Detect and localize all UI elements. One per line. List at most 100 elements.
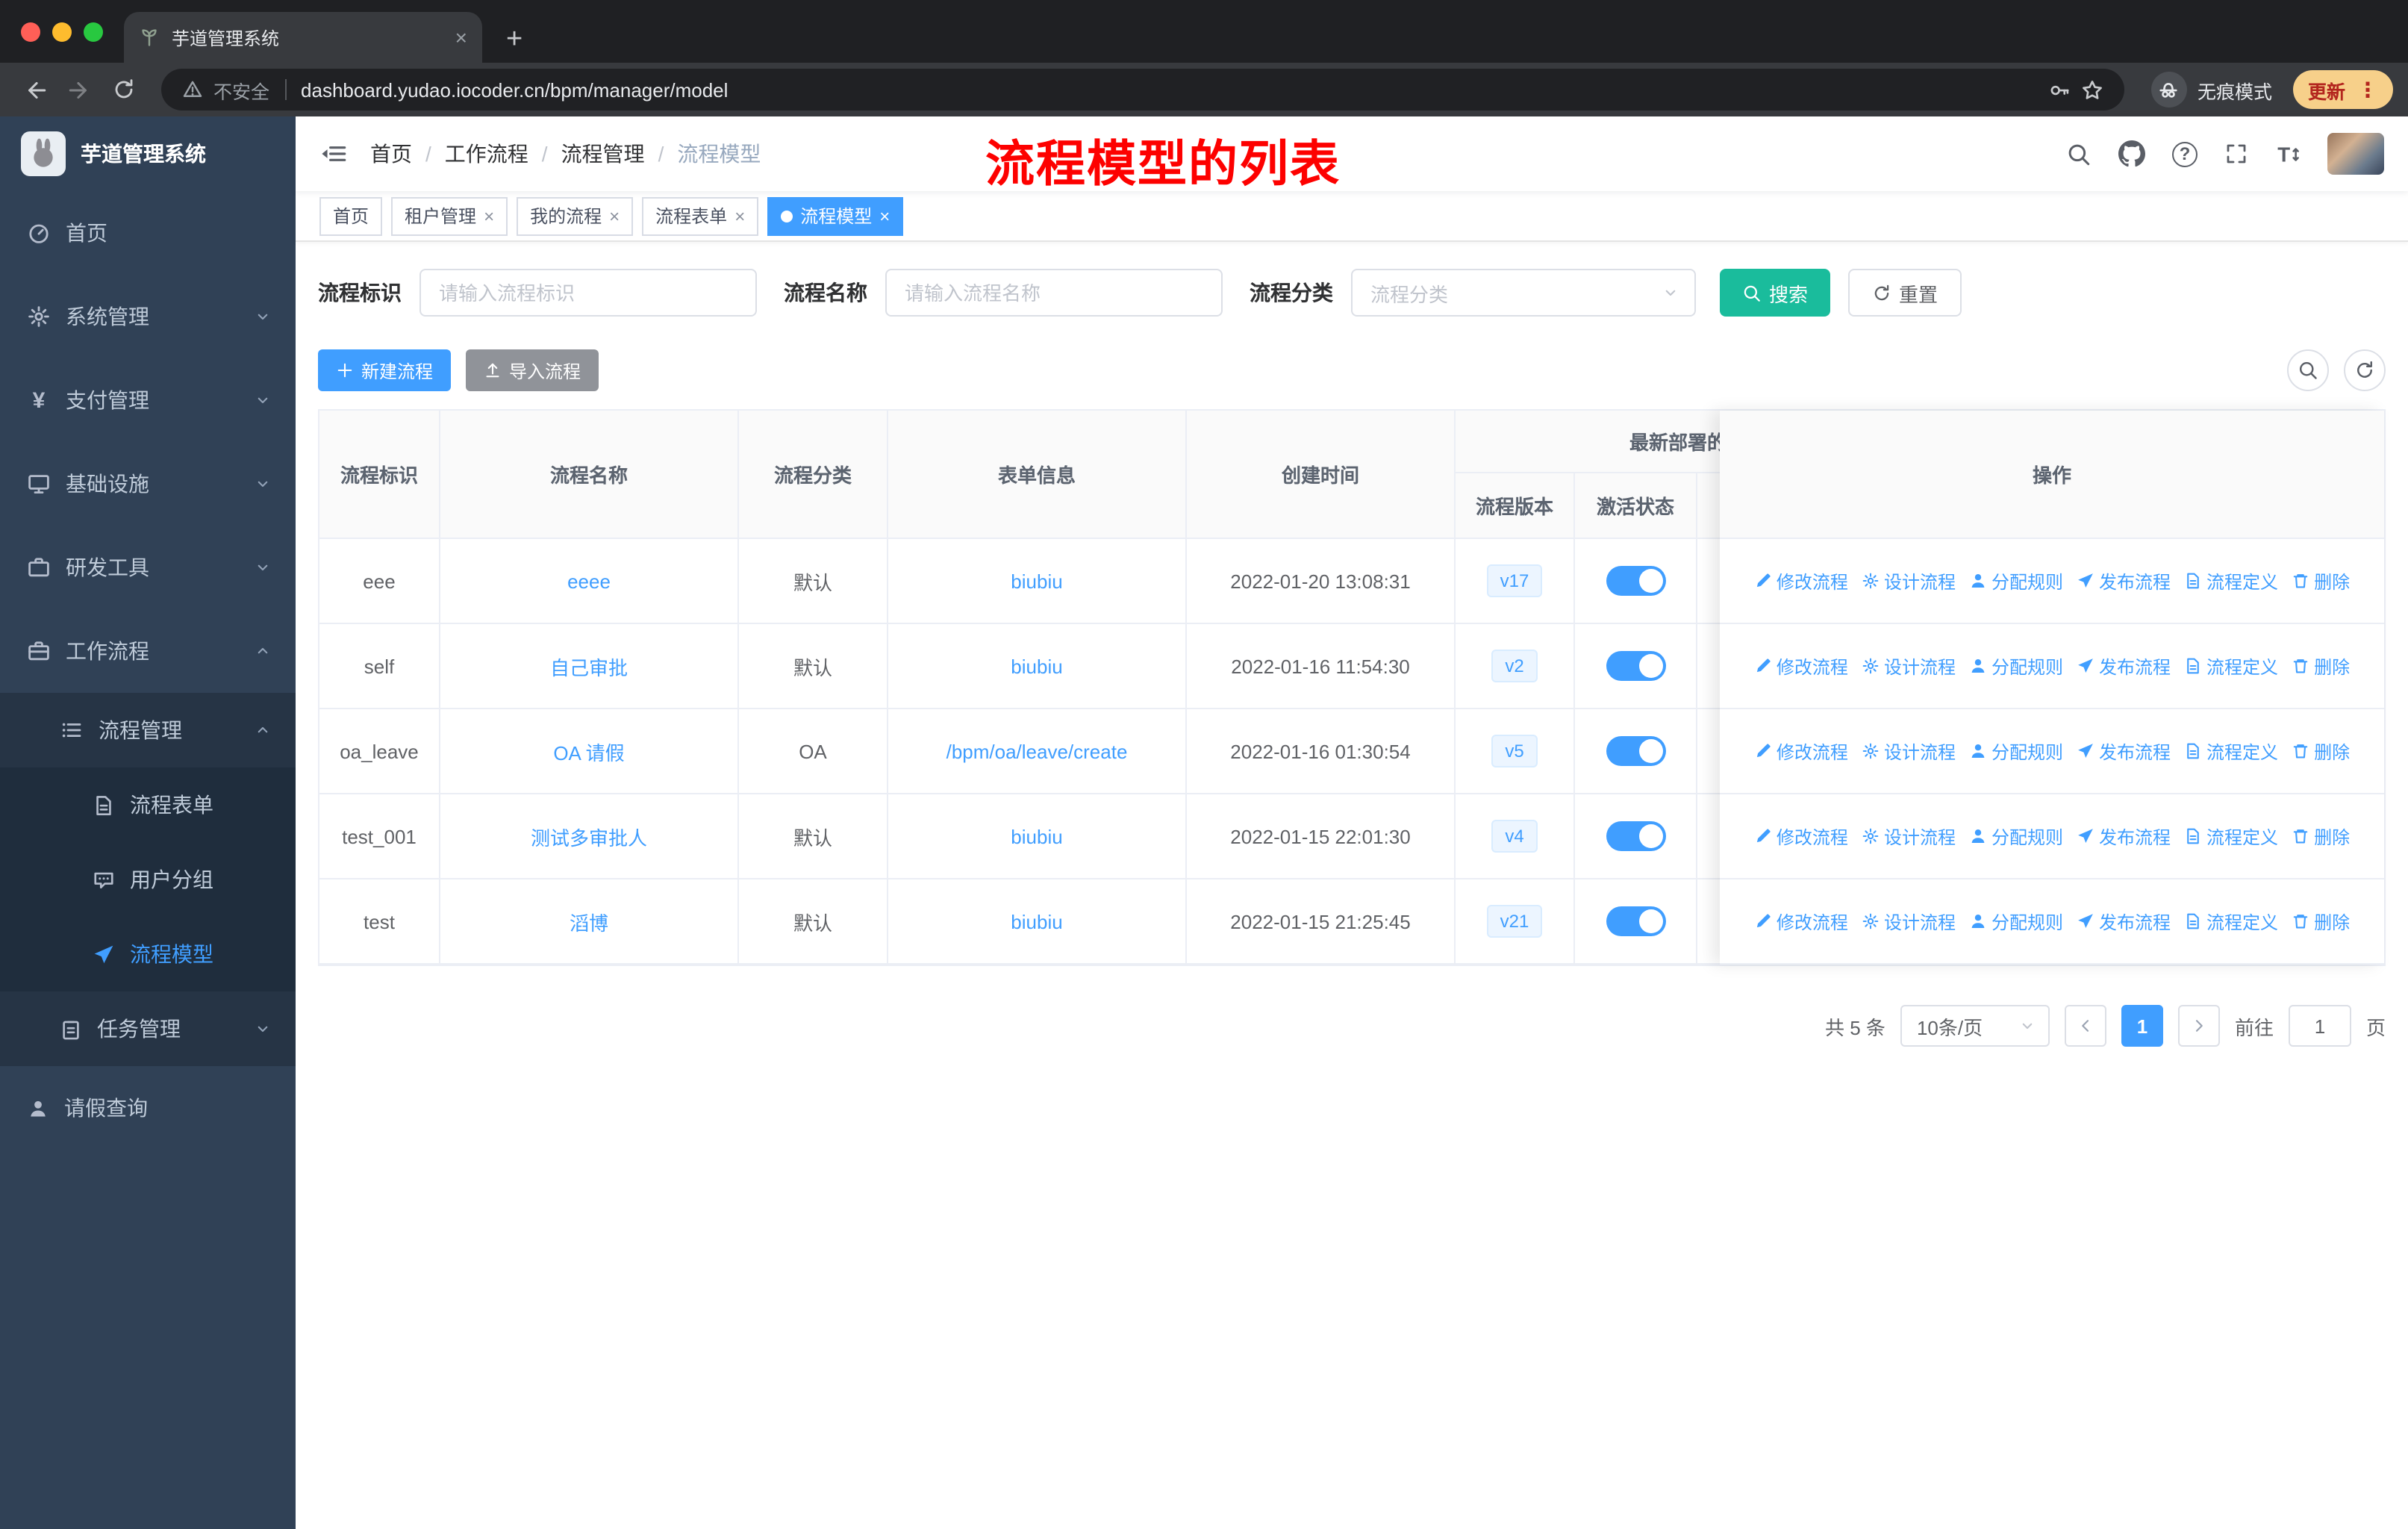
tag-process-form[interactable]: 流程表单 × (642, 196, 759, 235)
page-size-select[interactable]: 10条/页 (1900, 1005, 2050, 1047)
action-publish-link[interactable]: 发布流程 (2077, 653, 2171, 679)
tag-home[interactable]: 首页 (319, 196, 383, 235)
form-info-link[interactable]: biubiu (1011, 570, 1062, 592)
toggle-search-button[interactable] (2287, 349, 2329, 391)
breadcrumb-item[interactable]: 流程管理 (561, 139, 645, 169)
action-assign-link[interactable]: 分配规则 (1969, 568, 2063, 594)
action-assign-link[interactable]: 分配规则 (1969, 909, 2063, 934)
action-publish-link[interactable]: 发布流程 (2077, 823, 2171, 849)
action-definition-link[interactable]: 流程定义 (2184, 653, 2278, 679)
sidebar-item-process-form[interactable]: 流程表单 (0, 767, 296, 842)
tag-close-icon[interactable]: × (734, 207, 745, 225)
process-id-input[interactable] (419, 269, 757, 317)
refresh-button[interactable] (2344, 349, 2386, 391)
window-close-button[interactable] (21, 22, 40, 41)
import-process-button[interactable]: 导入流程 (466, 349, 599, 391)
back-button[interactable] (15, 70, 54, 109)
process-name-link[interactable]: OA 请假 (553, 737, 624, 765)
action-assign-link[interactable]: 分配规则 (1969, 653, 2063, 679)
process-name-link[interactable]: eeee (567, 570, 611, 592)
breadcrumb-item[interactable]: 工作流程 (445, 139, 528, 169)
fullscreen-icon[interactable] (2224, 142, 2248, 166)
active-toggle[interactable] (1606, 821, 1665, 851)
action-edit-link[interactable]: 修改流程 (1754, 823, 1848, 849)
tag-tenant[interactable]: 租户管理 × (391, 196, 508, 235)
process-name-link[interactable]: 滔博 (570, 907, 608, 935)
action-design-link[interactable]: 设计流程 (1862, 653, 1956, 679)
sidebar-item-devtools[interactable]: 研发工具 (0, 526, 296, 609)
category-select[interactable]: 流程分类 (1351, 269, 1696, 317)
active-toggle[interactable] (1606, 736, 1665, 766)
prev-page-button[interactable] (2064, 1005, 2106, 1047)
action-definition-link[interactable]: 流程定义 (2184, 909, 2278, 934)
form-info-link[interactable]: biubiu (1011, 910, 1062, 932)
action-definition-link[interactable]: 流程定义 (2184, 738, 2278, 764)
form-info-link[interactable]: biubiu (1011, 655, 1062, 677)
active-toggle[interactable] (1606, 906, 1665, 936)
address-bar[interactable]: 不安全 dashboard.yudao.iocoder.cn/bpm/manag… (161, 69, 2124, 110)
sidebar-item-infrastructure[interactable]: 基础设施 (0, 442, 296, 526)
sidebar-item-task-mgmt[interactable]: 任务管理 (0, 991, 296, 1066)
sidebar-item-home[interactable]: 首页 (0, 191, 296, 275)
tab-close-icon[interactable]: × (455, 25, 467, 49)
search-button[interactable]: 搜索 (1720, 269, 1831, 317)
action-edit-link[interactable]: 修改流程 (1754, 738, 1848, 764)
action-delete-link[interactable]: 删除 (2292, 909, 2350, 934)
action-assign-link[interactable]: 分配规则 (1969, 738, 2063, 764)
sidebar-item-user-group[interactable]: 用户分组 (0, 842, 296, 917)
search-icon[interactable] (2066, 141, 2092, 166)
sidebar-item-workflow[interactable]: 工作流程 (0, 609, 296, 693)
tag-close-icon[interactable]: × (609, 207, 620, 225)
create-process-button[interactable]: 新建流程 (318, 349, 452, 391)
action-definition-link[interactable]: 流程定义 (2184, 823, 2278, 849)
action-publish-link[interactable]: 发布流程 (2077, 909, 2171, 934)
tag-close-icon[interactable]: × (879, 207, 890, 225)
github-icon[interactable] (2118, 140, 2145, 167)
reload-button[interactable] (105, 70, 143, 109)
action-delete-link[interactable]: 删除 (2292, 653, 2350, 679)
action-publish-link[interactable]: 发布流程 (2077, 568, 2171, 594)
form-info-link[interactable]: biubiu (1011, 825, 1062, 847)
bookmark-star-icon[interactable] (2081, 78, 2103, 101)
tag-close-icon[interactable]: × (484, 207, 494, 225)
next-page-button[interactable] (2177, 1005, 2220, 1047)
sidebar-item-process-model[interactable]: 流程模型 (0, 917, 296, 991)
window-minimize-button[interactable] (52, 22, 72, 41)
goto-page-input[interactable] (2288, 1005, 2351, 1047)
action-definition-link[interactable]: 流程定义 (2184, 568, 2278, 594)
tag-process-model[interactable]: 流程模型 × (767, 196, 904, 235)
active-toggle[interactable] (1606, 651, 1665, 681)
font-size-icon[interactable]: T (2275, 141, 2301, 166)
action-assign-link[interactable]: 分配规则 (1969, 823, 2063, 849)
breadcrumb-item[interactable]: 首页 (370, 139, 412, 169)
form-info-link[interactable]: /bpm/oa/leave/create (946, 740, 1128, 762)
action-design-link[interactable]: 设计流程 (1862, 823, 1956, 849)
password-key-icon[interactable] (2048, 78, 2071, 101)
browser-tab[interactable]: 芋道管理系统 × (124, 12, 482, 63)
forward-button[interactable] (60, 70, 99, 109)
tag-my-process[interactable]: 我的流程 × (517, 196, 634, 235)
hamburger-icon[interactable] (319, 140, 346, 167)
current-page-button[interactable]: 1 (2121, 1005, 2163, 1047)
active-toggle[interactable] (1606, 566, 1665, 596)
action-design-link[interactable]: 设计流程 (1862, 909, 1956, 934)
sidebar-item-system[interactable]: 系统管理 (0, 275, 296, 358)
action-delete-link[interactable]: 删除 (2292, 823, 2350, 849)
update-chip[interactable]: 更新 ⋮ (2292, 70, 2393, 109)
action-design-link[interactable]: 设计流程 (1862, 568, 1956, 594)
action-edit-link[interactable]: 修改流程 (1754, 653, 1848, 679)
window-zoom-button[interactable] (84, 22, 103, 41)
new-tab-button[interactable]: + (506, 25, 523, 54)
process-name-link[interactable]: 测试多审批人 (531, 822, 647, 850)
sidebar-item-leave-query[interactable]: 请假查询 (0, 1066, 296, 1150)
sidebar-item-process-mgmt[interactable]: 流程管理 (0, 693, 296, 767)
action-delete-link[interactable]: 删除 (2292, 568, 2350, 594)
action-delete-link[interactable]: 删除 (2292, 738, 2350, 764)
process-name-link[interactable]: 自己审批 (550, 652, 628, 680)
reset-button[interactable]: 重置 (1848, 269, 1962, 317)
process-name-input[interactable] (885, 269, 1223, 317)
action-design-link[interactable]: 设计流程 (1862, 738, 1956, 764)
action-edit-link[interactable]: 修改流程 (1754, 909, 1848, 934)
help-icon[interactable]: ? (2172, 141, 2198, 166)
action-edit-link[interactable]: 修改流程 (1754, 568, 1848, 594)
